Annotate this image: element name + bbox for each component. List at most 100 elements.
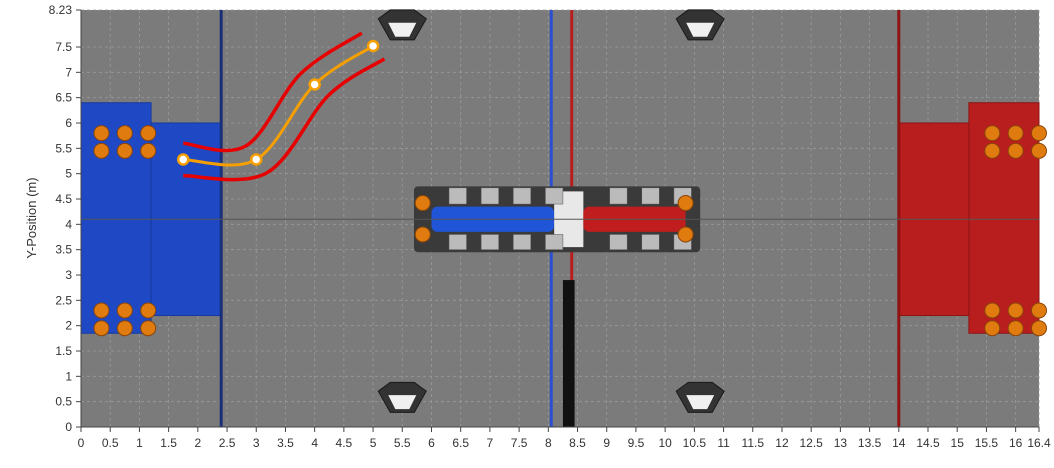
waypoint-handle[interactable] — [308, 78, 321, 91]
y-tick-label: 1 — [65, 369, 72, 383]
y-tick-label: 1.5 — [55, 344, 72, 358]
coral-ball — [984, 302, 1001, 319]
barge-cage-top — [448, 187, 467, 205]
blue-coral-station — [80, 102, 152, 334]
coral-ball — [1031, 142, 1047, 159]
field-path-view: 0 0.5 1 1.5 2 2.5 3 3.5 4 4.5 5 5.5 6 6.5 7 7.5 8 8.5 9 9.5… — [24, 3, 1051, 450]
barge-cage-bottom — [609, 234, 628, 250]
x-tick-label: 10 — [658, 436, 672, 450]
coral-ball — [93, 125, 110, 142]
y-tick-label: 2 — [65, 319, 72, 333]
x-tick-label: 16 — [1009, 436, 1023, 450]
y-tick-label: 8.23 — [49, 3, 73, 17]
y-tick-label: 4 — [65, 217, 72, 231]
x-tick-label: 0 — [78, 436, 85, 450]
x-tick-label: 8 — [545, 436, 552, 450]
x-tick-label: 12.5 — [800, 436, 824, 450]
coral-ball — [116, 125, 133, 142]
y-tick-label: 3.5 — [55, 243, 72, 257]
coral-ball — [984, 320, 1001, 337]
coral-ball — [93, 320, 110, 337]
barge-cage-top — [609, 187, 628, 205]
x-tick-label: 0.5 — [102, 436, 119, 450]
x-tick-label: 14 — [892, 436, 906, 450]
coral-ball — [414, 226, 431, 243]
coral-ball — [1007, 302, 1024, 319]
coral-ball — [116, 142, 133, 159]
coral-ball — [116, 302, 133, 319]
x-tick-label: 13.5 — [858, 436, 882, 450]
waypoint-handle[interactable] — [366, 39, 380, 53]
coral-ball — [984, 142, 1001, 159]
x-tick-label: 10.5 — [683, 436, 707, 450]
y-tick-label: 7 — [65, 65, 72, 79]
coral-ball — [93, 302, 110, 319]
y-tick-label: 4.5 — [55, 192, 72, 206]
y-tick-label: 0 — [65, 420, 72, 434]
x-tick-label: 6 — [428, 436, 435, 450]
y-tick-label: 0.5 — [55, 395, 72, 409]
coral-ball — [677, 195, 694, 212]
red-coral-station — [968, 102, 1040, 334]
x-tick-label: 11 — [717, 436, 730, 450]
coral-ball — [93, 142, 110, 159]
x-tick-label: 1 — [136, 436, 143, 450]
barge-cage-bottom — [448, 234, 467, 250]
x-tick-label: 7 — [487, 436, 494, 450]
coral-ball — [677, 226, 694, 243]
y-tick-label: 7.5 — [55, 40, 72, 54]
coral-ball — [1031, 125, 1047, 142]
coral-ball — [140, 125, 157, 142]
barge-cage-bottom — [545, 234, 564, 250]
y-tick-label: 5.5 — [55, 141, 72, 155]
y-tick-label: 5 — [65, 167, 72, 181]
coral-ball — [140, 142, 157, 159]
coral-ball — [116, 320, 133, 337]
barge-cage-top — [545, 187, 564, 205]
x-tick-label: 4 — [311, 436, 318, 450]
x-tick-label: 13 — [834, 436, 848, 450]
waypoint-handle[interactable] — [249, 153, 263, 166]
barge-cage-top — [513, 187, 532, 205]
x-tick-label: 14.5 — [916, 436, 940, 450]
coral-ball — [984, 125, 1001, 142]
coral-ball — [1031, 302, 1047, 319]
x-tick-label: 5 — [370, 436, 377, 450]
x-tick-label: 15 — [951, 436, 965, 450]
x-tick-label: 9 — [603, 436, 610, 450]
x-tick-label: 2 — [194, 436, 201, 450]
y-tick-label: 6 — [65, 116, 72, 130]
coral-ball — [1031, 320, 1047, 337]
coral-ball — [1007, 320, 1024, 337]
x-tick-label: 11.5 — [742, 436, 765, 450]
x-tick-label: 4.5 — [336, 436, 353, 450]
x-tick-label: 6.5 — [452, 436, 469, 450]
x-tick-label: 16.4 — [1027, 436, 1051, 450]
x-tick-label: 15.5 — [975, 436, 999, 450]
coral-ball — [1007, 142, 1024, 159]
x-tick-label: 5.5 — [394, 436, 411, 450]
barge-cage-bottom — [641, 234, 660, 250]
x-tick-label: 3.5 — [277, 436, 294, 450]
barge-cage-top — [641, 187, 660, 205]
y-axis-label: Y-Position (m) — [24, 177, 39, 258]
coral-ball — [1007, 125, 1024, 142]
y-tick-label: 6.5 — [55, 91, 72, 105]
x-tick-label: 3 — [253, 436, 260, 450]
coral-ball — [140, 320, 157, 337]
x-tick-label: 1.5 — [160, 436, 177, 450]
x-tick-label: 2.5 — [219, 436, 236, 450]
y-tick-label: 3 — [65, 268, 72, 282]
x-tick-label: 12 — [775, 436, 789, 450]
barge-cage-bottom — [480, 234, 499, 250]
waypoint-handle[interactable] — [176, 153, 190, 166]
barge-cage-top — [480, 187, 499, 205]
x-tick-label: 7.5 — [511, 436, 528, 450]
x-tick-label: 9.5 — [628, 436, 645, 450]
coral-ball — [140, 302, 157, 319]
x-tick-label: 8.5 — [569, 436, 586, 450]
y-tick-label: 2.5 — [55, 293, 72, 307]
barge-cage-bottom — [513, 234, 532, 250]
coral-ball — [414, 195, 431, 212]
barge-shadow — [562, 280, 575, 427]
